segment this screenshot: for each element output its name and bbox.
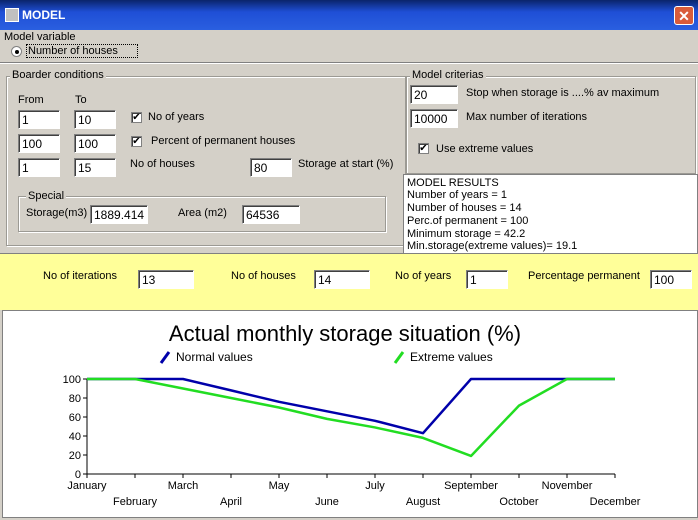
max-iterations-input[interactable]: 10000 (410, 109, 458, 128)
summary-years-value: 1 (466, 270, 508, 289)
series-line-normal (87, 377, 615, 435)
series-line-extreme (87, 377, 615, 458)
storage-m3-label: Storage(m3) (26, 207, 88, 219)
permanent-checkbox[interactable]: ✔ (131, 136, 142, 147)
years-label: No of years (148, 111, 205, 123)
x-tick-label: August (406, 496, 440, 508)
x-tick-label: November (542, 480, 593, 492)
x-tick-label: May (269, 480, 290, 492)
years-to-input[interactable]: 10 (74, 110, 116, 129)
title-bar: MODEL ✕ (0, 0, 698, 30)
model-results-box: MODEL RESULTS Number of years = 1 Number… (403, 174, 698, 254)
legend-label: Normal values (176, 350, 253, 364)
summary-percentage-label: Percentage permanent (528, 270, 640, 282)
houses-from-input[interactable]: 1 (18, 158, 60, 177)
storage-chart: Actual monthly storage situation (%) Nor… (63, 321, 641, 508)
extreme-values-checkbox[interactable]: ✔ (418, 143, 429, 154)
chart-panel: Actual monthly storage situation (%) Nor… (2, 310, 698, 518)
summary-percentage-value: 100 (650, 270, 692, 289)
model-criterias-label: Model criterias (410, 69, 486, 81)
from-label: From (18, 94, 44, 106)
results-line: Perc.of permanent = 100 (407, 215, 529, 227)
houses-to-input[interactable]: 15 (74, 158, 116, 177)
x-tick-label: January (67, 480, 107, 492)
x-tick-label: June (315, 496, 339, 508)
years-from-input[interactable]: 1 (18, 110, 60, 129)
radio-selected-dot (15, 50, 19, 54)
y-tick-label: 20 (69, 450, 81, 462)
storage-start-label: Storage at start (%) (298, 158, 394, 170)
summary-houses-label: No of houses (231, 270, 296, 282)
x-tick-label: December (590, 496, 641, 508)
window-title: MODEL (22, 8, 66, 22)
summary-bar: No of iterations 13 No of houses 14 No o… (0, 253, 698, 310)
results-line: Number of years = 1 (407, 189, 507, 201)
results-line: Number of houses = 14 (407, 202, 522, 214)
iterations-label: No of iterations (43, 270, 117, 282)
y-tick-label: 100 (63, 374, 81, 386)
results-line: Minimum storage = 42.2 (407, 228, 526, 240)
results-line: Min.storage(extreme values)= 19.1 (407, 240, 578, 252)
legend-swatch (159, 351, 171, 364)
app-icon (5, 8, 19, 22)
summary-houses-value: 14 (314, 270, 370, 289)
boarder-conditions-label: Boarder conditions (10, 69, 106, 81)
results-line: MODEL RESULTS (407, 177, 499, 189)
years-checkbox[interactable]: ✔ (131, 112, 142, 123)
close-button[interactable]: ✕ (674, 6, 694, 25)
legend-swatch (393, 351, 405, 364)
permanent-from-input[interactable]: 100 (18, 134, 60, 153)
permanent-to-input[interactable]: 100 (74, 134, 116, 153)
model-variable-label: Model variable (4, 31, 76, 43)
x-tick-label: April (220, 496, 242, 508)
iterations-value: 13 (138, 270, 194, 289)
legend-label: Extreme values (410, 350, 493, 364)
y-tick-label: 40 (69, 431, 81, 443)
summary-years-label: No of years (395, 270, 452, 282)
number-of-houses-radio[interactable] (11, 46, 22, 57)
houses-label: No of houses (130, 158, 195, 170)
y-tick-label: 60 (69, 412, 81, 424)
x-tick-label: March (168, 480, 199, 492)
area-m2-label: Area (m2) (178, 207, 227, 219)
storage-m3-input[interactable]: 1889.414 (90, 205, 148, 224)
area-m2-input[interactable]: 64536 (242, 205, 300, 224)
x-tick-label: September (444, 480, 498, 492)
max-iterations-label: Max number of iterations (466, 111, 588, 123)
to-label: To (75, 94, 87, 106)
permanent-label: Percent of permanent houses (151, 135, 296, 147)
stop-storage-label: Stop when storage is ....% av maximum (466, 87, 660, 99)
x-tick-label: October (499, 496, 538, 508)
chart-title: Actual monthly storage situation (%) (169, 321, 521, 346)
extreme-values-label: Use extreme values (436, 143, 534, 155)
x-tick-label: February (113, 496, 158, 508)
y-tick-label: 80 (69, 393, 81, 405)
storage-start-input[interactable]: 80 (250, 158, 292, 177)
separator (0, 62, 698, 64)
number-of-houses-option[interactable]: Number of houses (26, 44, 138, 58)
x-tick-label: July (365, 480, 385, 492)
stop-storage-input[interactable]: 20 (410, 85, 458, 104)
special-label: Special (26, 190, 67, 202)
